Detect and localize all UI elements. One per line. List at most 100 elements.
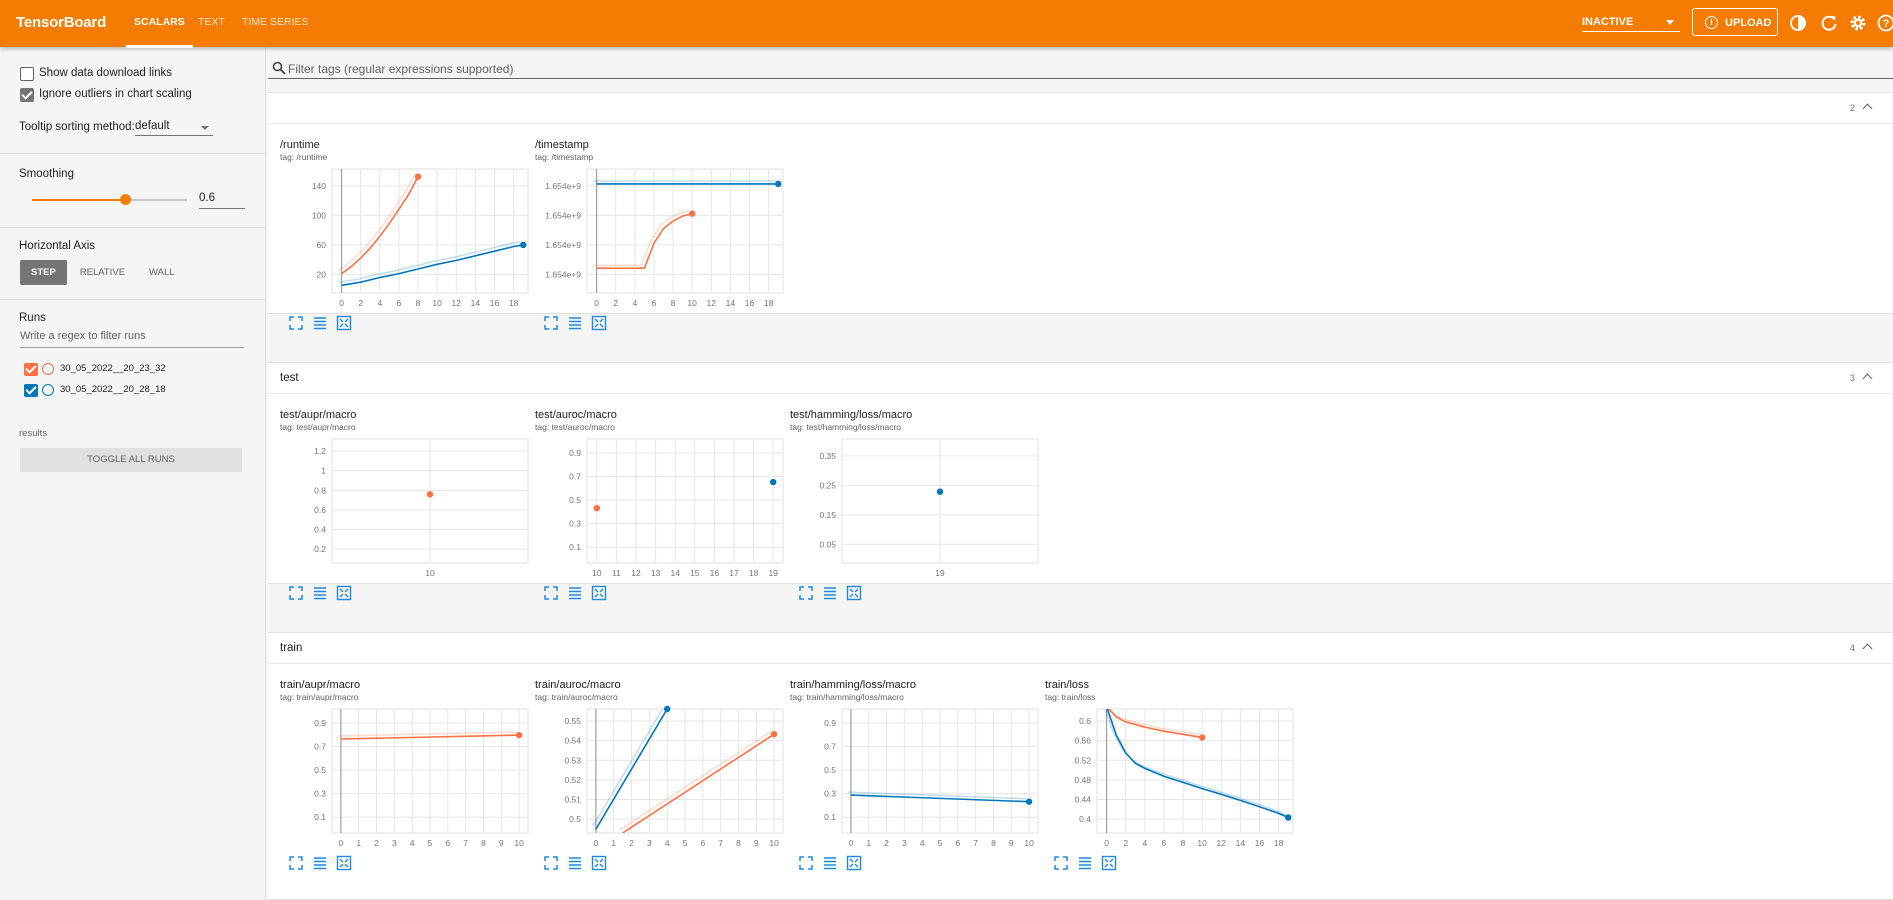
data-point[interactable] bbox=[770, 478, 777, 486]
fit-domain-icon[interactable] bbox=[591, 315, 607, 331]
fullscreen-icon[interactable] bbox=[798, 585, 814, 601]
fit-domain-icon[interactable] bbox=[846, 855, 862, 871]
tag-group-header[interactable]: train 4 bbox=[268, 633, 1893, 664]
y-tick-label: 0.5 bbox=[569, 495, 581, 505]
data-point[interactable] bbox=[593, 504, 600, 512]
run-color-swatch-1[interactable] bbox=[42, 363, 54, 375]
x-tick-label: 10 bbox=[1024, 838, 1034, 848]
fullscreen-icon[interactable] bbox=[288, 855, 304, 871]
smoothing-slider-thumb[interactable] bbox=[120, 194, 131, 205]
fit-domain-icon[interactable] bbox=[336, 315, 352, 331]
tag-group-header[interactable]: test 3 bbox=[268, 363, 1893, 394]
chevron-up-icon[interactable] bbox=[1862, 103, 1873, 114]
data-point[interactable] bbox=[775, 180, 782, 188]
series-line[interactable] bbox=[341, 244, 524, 287]
smoothing-value-input[interactable]: 0.6 bbox=[199, 192, 245, 209]
toggle-log-scale-icon[interactable] bbox=[1077, 855, 1093, 871]
data-point[interactable] bbox=[770, 730, 778, 738]
tab-scalars[interactable]: SCALARS bbox=[126, 16, 193, 48]
tab-text[interactable]: TEXT bbox=[198, 16, 225, 28]
data-point[interactable] bbox=[936, 488, 944, 495]
series-line[interactable] bbox=[622, 733, 775, 833]
fit-domain-icon[interactable] bbox=[1101, 855, 1117, 871]
run-checkbox-2[interactable] bbox=[24, 384, 38, 397]
x-tick-label: 16 bbox=[1255, 838, 1265, 848]
data-point[interactable] bbox=[520, 241, 527, 249]
fit-domain-icon[interactable] bbox=[846, 585, 862, 601]
chart-train-hamming-loss-macro[interactable]: 0.1 0.3 0.5 0.7 0.9 0 1 2 3 4 5 6 7 8 9 10 bbox=[790, 705, 1040, 850]
toggle-log-scale-icon[interactable] bbox=[822, 585, 838, 601]
toggle-log-scale-icon[interactable] bbox=[312, 855, 328, 871]
logdir-label: results bbox=[19, 428, 47, 439]
fullscreen-icon[interactable] bbox=[798, 855, 814, 871]
x-tick-label: 0 bbox=[339, 298, 344, 308]
help-icon[interactable]: ? bbox=[1876, 13, 1893, 33]
toggle-log-scale-icon[interactable] bbox=[567, 855, 583, 871]
theme-icon[interactable] bbox=[1788, 13, 1808, 33]
chart-title: train/loss bbox=[1045, 679, 1090, 691]
data-point[interactable] bbox=[1198, 734, 1206, 741]
tooltip-sorting-select[interactable]: default bbox=[135, 120, 213, 136]
chart-title: train/hamming/loss/macro bbox=[790, 679, 916, 691]
y-tick-label: 100 bbox=[312, 210, 326, 220]
run-color-swatch-2[interactable] bbox=[42, 384, 54, 396]
fullscreen-icon[interactable] bbox=[1053, 855, 1069, 871]
axis-wall-button[interactable]: WALL bbox=[138, 260, 186, 285]
chart-train-aupr-macro[interactable]: 0.1 0.3 0.5 0.7 0.9 0 1 2 3 4 5 6 7 8 9 10 bbox=[280, 705, 530, 850]
chevron-up-icon[interactable] bbox=[1862, 643, 1873, 654]
runs-filter-input[interactable]: Write a regex to filter runs bbox=[20, 330, 244, 348]
data-point[interactable] bbox=[688, 210, 696, 217]
chevron-up-icon[interactable] bbox=[1862, 373, 1873, 384]
show-download-links-checkbox[interactable] bbox=[20, 67, 34, 81]
toggle-log-scale-icon[interactable] bbox=[312, 585, 328, 601]
data-point[interactable] bbox=[1285, 814, 1292, 821]
data-point[interactable] bbox=[663, 705, 671, 713]
data-point[interactable] bbox=[515, 731, 523, 739]
chart-toolbar bbox=[798, 855, 862, 871]
chart-test-aupr-macro[interactable]: 0.2 0.4 0.6 0.8 1 1.2 10 bbox=[280, 435, 530, 580]
smoothing-slider[interactable] bbox=[32, 194, 187, 205]
y-tick-label: 0.1 bbox=[569, 542, 581, 552]
data-point[interactable] bbox=[426, 491, 434, 498]
chart-tag-label: tag: test/aupr/macro bbox=[280, 422, 356, 432]
x-tick-label: 13 bbox=[651, 568, 661, 578]
settings-icon[interactable] bbox=[1848, 13, 1868, 33]
toggle-log-scale-icon[interactable] bbox=[312, 315, 328, 331]
upload-button[interactable]: i UPLOAD bbox=[1692, 8, 1778, 36]
chart-test-auroc-macro[interactable]: 0.1 0.3 0.5 0.7 0.9 10 11 12 13 14 15 16 17 18 19 bbox=[535, 435, 785, 580]
axis-relative-button[interactable]: RELATIVE bbox=[69, 260, 136, 285]
tag-filter-input[interactable]: Filter tags (regular expressions support… bbox=[268, 59, 1893, 79]
toggle-all-runs-button[interactable]: TOGGLE ALL RUNS bbox=[20, 448, 242, 472]
tab-time-series[interactable]: TIME SERIES bbox=[242, 16, 309, 28]
fullscreen-icon[interactable] bbox=[543, 585, 559, 601]
toggle-log-scale-icon[interactable] bbox=[822, 855, 838, 871]
fullscreen-icon[interactable] bbox=[288, 315, 304, 331]
refresh-icon[interactable] bbox=[1819, 13, 1839, 33]
chart-timestamp[interactable]: 1.654e+9 1.654e+9 1.654e+9 1.654e+9 0 2 4 6 8 10 1… bbox=[535, 165, 785, 310]
chart-tag-label: tag: train/hamming/loss/macro bbox=[790, 692, 904, 702]
chart-train-loss[interactable]: 0.4 0.44 0.48 0.52 0.56 0.6 0 2 4 6 8 10 12 14 16 18 bbox=[1045, 705, 1295, 850]
toggle-log-scale-icon[interactable] bbox=[567, 585, 583, 601]
fullscreen-icon[interactable] bbox=[543, 315, 559, 331]
chart-runtime[interactable]: 20 60 100 140 0 2 4 6 8 10 12 14 16 18 bbox=[280, 165, 530, 310]
fullscreen-icon[interactable] bbox=[288, 585, 304, 601]
series-line[interactable] bbox=[596, 212, 693, 269]
y-tick-label: 0.9 bbox=[824, 718, 836, 728]
axis-step-button[interactable]: STEP bbox=[20, 260, 67, 285]
reload-status-select[interactable]: INACTIVE bbox=[1582, 10, 1680, 32]
chart-train-auroc-macro[interactable]: 0.5 0.51 0.52 0.53 0.54 0.55 0 1 2 3 4 5 6 7 8 9 10 bbox=[535, 705, 785, 850]
series-line[interactable] bbox=[1106, 706, 1289, 819]
fit-domain-icon[interactable] bbox=[591, 585, 607, 601]
toggle-log-scale-icon[interactable] bbox=[567, 315, 583, 331]
ignore-outliers-checkbox[interactable] bbox=[20, 88, 34, 102]
data-point[interactable] bbox=[414, 173, 422, 180]
fit-domain-icon[interactable] bbox=[591, 855, 607, 871]
chart-tag-label: tag: train/auroc/macro bbox=[535, 692, 618, 702]
data-point[interactable] bbox=[1025, 798, 1033, 805]
chart-test-hamming-loss-macro[interactable]: 0.05 0.15 0.25 0.35 19 bbox=[790, 435, 1040, 580]
fit-domain-icon[interactable] bbox=[336, 855, 352, 871]
run-checkbox-1[interactable] bbox=[24, 363, 38, 376]
fit-domain-icon[interactable] bbox=[336, 585, 352, 601]
tag-group-header[interactable]: 2 bbox=[268, 93, 1893, 124]
fullscreen-icon[interactable] bbox=[543, 855, 559, 871]
